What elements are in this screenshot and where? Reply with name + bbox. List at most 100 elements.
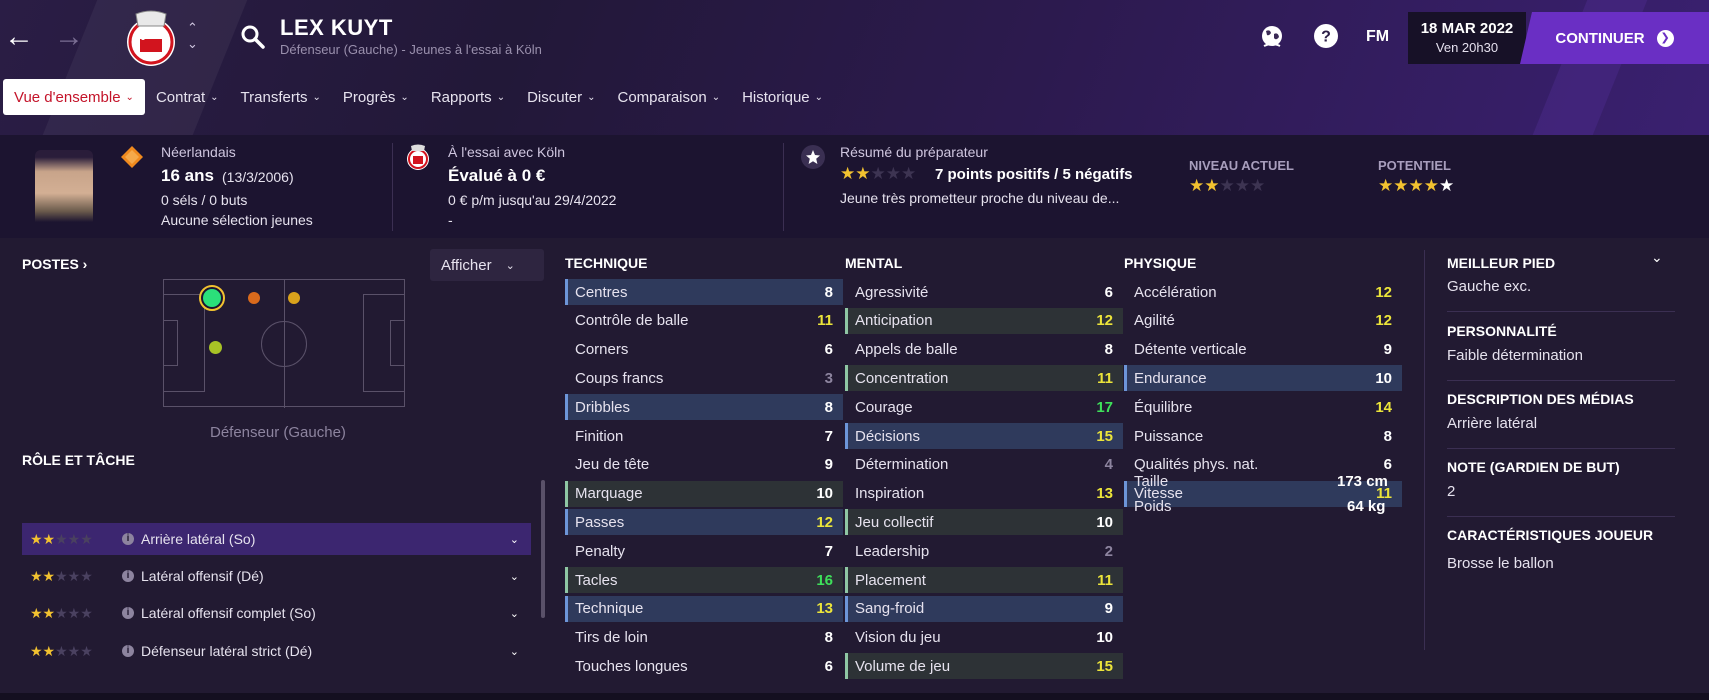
attribute-row[interactable]: Inspiration 13 bbox=[845, 481, 1123, 507]
attribute-row[interactable]: Agilité 12 bbox=[1124, 308, 1402, 334]
position-marker-natural[interactable] bbox=[203, 289, 221, 307]
tab-reports[interactable]: Rapports ⌄ bbox=[420, 79, 516, 115]
attribute-row[interactable]: Détermination 4 bbox=[845, 452, 1123, 478]
role-row[interactable]: ★★★★★ i Latéral offensif complet (So) ⌄ bbox=[22, 597, 531, 629]
player-avatar[interactable] bbox=[35, 150, 93, 222]
positions-pitch bbox=[163, 279, 405, 408]
attribute-value: 8 bbox=[824, 629, 833, 647]
tab-history[interactable]: Historique ⌄ bbox=[731, 79, 834, 115]
attribute-row[interactable]: Concentration 11 bbox=[845, 365, 1123, 392]
attribute-value: 9 bbox=[1104, 600, 1113, 618]
attribute-name: Équilibre bbox=[1134, 398, 1193, 416]
attribute-row[interactable]: Tacles 16 bbox=[565, 567, 843, 593]
info-icon[interactable]: i bbox=[122, 607, 134, 619]
attribute-row[interactable]: Accélération 12 bbox=[1124, 279, 1402, 305]
position-marker[interactable] bbox=[288, 292, 300, 304]
attribute-row[interactable]: Contrôle de balle 11 bbox=[565, 308, 843, 334]
attribute-row[interactable]: Jeu de tête 9 bbox=[565, 452, 843, 478]
positions-title[interactable]: POSTES › bbox=[22, 256, 87, 272]
attribute-name: Agressivité bbox=[855, 283, 929, 301]
attribute-row[interactable]: Leadership 2 bbox=[845, 538, 1123, 564]
attribute-value: 4 bbox=[1104, 456, 1113, 474]
attribute-row[interactable]: Passes 12 bbox=[565, 509, 843, 536]
attribute-row[interactable]: Puissance 8 bbox=[1124, 423, 1402, 449]
chevron-down-icon[interactable]: ⌄ bbox=[510, 645, 519, 658]
back-arrow-icon[interactable]: ← bbox=[4, 22, 34, 52]
help-icon[interactable]: ? bbox=[1312, 22, 1340, 50]
attribute-row[interactable]: Marquage 10 bbox=[565, 480, 843, 507]
position-marker[interactable] bbox=[209, 341, 222, 354]
attribute-row[interactable]: Vision du jeu 10 bbox=[845, 625, 1123, 651]
roles-scrollbar[interactable] bbox=[541, 480, 545, 618]
chevron-down-icon[interactable]: ⌄ bbox=[1651, 249, 1663, 266]
date-box[interactable]: 18 MAR 2022 Ven 20h30 bbox=[1408, 12, 1526, 64]
role-stars: ★★★★★ bbox=[30, 642, 93, 659]
attribute-row[interactable]: Détente verticale 9 bbox=[1124, 337, 1402, 363]
tab-compare[interactable]: Comparaison ⌄ bbox=[606, 79, 731, 115]
world-icon[interactable] bbox=[1258, 22, 1286, 50]
attribute-row[interactable]: Endurance 10 bbox=[1124, 365, 1402, 392]
info-icon[interactable]: i bbox=[122, 533, 134, 545]
tab-discuss[interactable]: Discuter ⌄ bbox=[516, 79, 606, 115]
forward-arrow-icon[interactable]: → bbox=[54, 22, 84, 52]
attribute-row[interactable]: Penalty 7 bbox=[565, 538, 843, 564]
attribute-value: 9 bbox=[824, 456, 833, 474]
attribute-value: 13 bbox=[816, 600, 833, 618]
attribute-row[interactable]: Appels de balle 8 bbox=[845, 337, 1123, 363]
attribute-row[interactable]: Corners 6 bbox=[565, 337, 843, 363]
tab-contract[interactable]: Contrat ⌄ bbox=[145, 79, 230, 115]
attribute-name: Inspiration bbox=[855, 485, 925, 503]
attribute-row[interactable]: Coups francs 3 bbox=[565, 365, 843, 391]
attribute-row[interactable]: Placement 11 bbox=[845, 567, 1123, 593]
attribute-row[interactable]: Tirs de loin 8 bbox=[565, 625, 843, 651]
attribute-row[interactable]: Technique 13 bbox=[565, 595, 843, 622]
attribute-name: Centres bbox=[575, 283, 628, 301]
attribute-row[interactable]: Touches longues 6 bbox=[565, 653, 843, 679]
svg-text:?: ? bbox=[1321, 29, 1331, 46]
info-icon[interactable]: i bbox=[122, 570, 134, 582]
divider bbox=[783, 143, 784, 231]
chevron-down-icon[interactable]: ⌄ bbox=[510, 570, 519, 583]
tab-transfers[interactable]: Transferts ⌄ bbox=[230, 79, 332, 115]
tab-bar: Vue d'ensemble ⌄ Contrat ⌄ Transferts ⌄ Pro… bbox=[0, 79, 834, 115]
attribute-row[interactable]: Équilibre 14 bbox=[1124, 394, 1402, 420]
attribute-row[interactable]: Anticipation 12 bbox=[845, 307, 1123, 334]
attribute-row[interactable]: Centres 8 bbox=[565, 279, 843, 305]
chevron-down-icon[interactable]: ⌄ bbox=[510, 533, 519, 546]
club-crest-icon[interactable] bbox=[122, 8, 180, 70]
media-description-value: Arrière latéral bbox=[1447, 415, 1538, 432]
attribute-row[interactable]: Finition 7 bbox=[565, 423, 843, 449]
attribute-value: 15 bbox=[1096, 427, 1113, 445]
divider bbox=[1447, 448, 1675, 449]
attribute-value: 11 bbox=[1097, 571, 1113, 589]
search-icon[interactable] bbox=[240, 24, 266, 50]
attribute-row[interactable]: Sang-froid 9 bbox=[845, 595, 1123, 622]
show-dropdown[interactable]: Afficher ⌄ bbox=[430, 249, 544, 281]
attribute-row[interactable]: Volume de jeu 15 bbox=[845, 653, 1123, 680]
attribute-row[interactable]: Agressivité 6 bbox=[845, 279, 1123, 305]
attribute-name: Concentration bbox=[855, 369, 949, 387]
potential-label: POTENTIEL bbox=[1378, 158, 1451, 173]
position-marker[interactable] bbox=[248, 292, 260, 304]
chevron-down-icon[interactable]: ⌄ bbox=[510, 607, 519, 620]
attribute-row[interactable]: Décisions 15 bbox=[845, 423, 1123, 449]
attribute-value: 8 bbox=[824, 398, 833, 416]
attribute-row[interactable]: Jeu collectif 10 bbox=[845, 509, 1123, 536]
info-icon[interactable]: i bbox=[122, 645, 134, 657]
continue-button[interactable]: CONTINUER ❯ bbox=[1520, 12, 1709, 64]
attribute-name: Décisions bbox=[855, 427, 921, 445]
attribute-row[interactable]: Dribbles 8 bbox=[565, 394, 843, 421]
attribute-row[interactable]: Courage 17 bbox=[845, 394, 1123, 420]
player-switch-arrows[interactable]: ⌃ ⌄ bbox=[187, 20, 198, 52]
role-row[interactable]: ★★★★★ i Défenseur latéral strict (Dé) ⌄ bbox=[22, 635, 531, 667]
tab-overview[interactable]: Vue d'ensemble ⌄ bbox=[3, 79, 145, 115]
role-row[interactable]: ★★★★★ i Arrière latéral (So) ⌄ bbox=[22, 523, 531, 555]
attribute-name: Placement bbox=[855, 571, 926, 589]
tab-progress[interactable]: Progrès ⌄ bbox=[332, 79, 420, 115]
fm-menu-button[interactable]: FM bbox=[1366, 28, 1389, 46]
attribute-value: 6 bbox=[824, 341, 833, 359]
attribute-value: 9 bbox=[1383, 341, 1392, 359]
role-row[interactable]: ★★★★★ i Latéral offensif (Dé) ⌄ bbox=[22, 560, 531, 592]
nationality: Néerlandais bbox=[161, 144, 236, 160]
top-bar: ← → ⌃ ⌄ LEX KUYT Défenseur (Gauche) - Jeu… bbox=[0, 0, 1709, 135]
